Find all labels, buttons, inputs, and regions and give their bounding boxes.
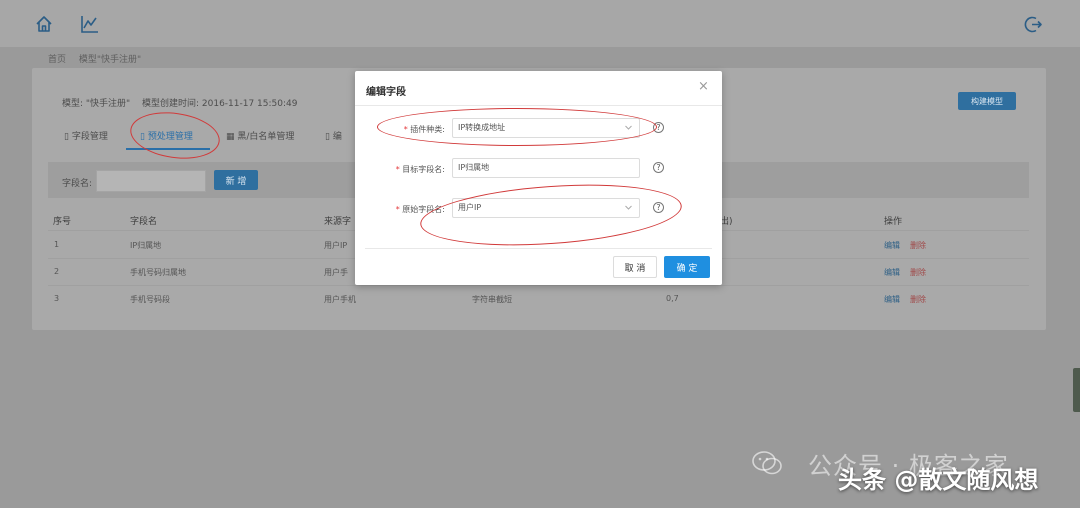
rebuild-model-button[interactable]: 构建模型 xyxy=(958,92,1016,110)
divider xyxy=(48,285,1029,286)
row-source: 用户IP xyxy=(324,241,348,250)
top-bar xyxy=(0,0,1080,47)
edit-link[interactable]: 编辑 xyxy=(884,294,900,305)
input-value: IP归属地 xyxy=(458,163,490,172)
select-value: IP转换成地址 xyxy=(458,123,506,132)
document-icon: ▯ xyxy=(140,132,145,142)
delete-link[interactable]: 删除 xyxy=(910,240,926,251)
label-text: 插件种类: xyxy=(410,125,445,134)
label-text: 目标字段名: xyxy=(402,165,445,174)
home-icon[interactable] xyxy=(35,15,53,33)
plugin-type-label: * 插件种类: xyxy=(355,124,445,135)
divider xyxy=(365,248,712,249)
cancel-button[interactable]: 取 消 xyxy=(613,256,657,278)
breadcrumb: 首页 模型"快手注册" xyxy=(48,52,151,65)
breadcrumb-current: 模型"快手注册" xyxy=(78,55,142,65)
select-value: 用户IP xyxy=(458,203,482,212)
active-tab-indicator xyxy=(126,148,210,150)
row-field: 手机号码归属地 xyxy=(130,268,186,277)
source-field-label: * 原始字段名: xyxy=(355,204,445,215)
logout-icon[interactable] xyxy=(1024,15,1043,34)
row-source: 用户手机 xyxy=(324,295,356,304)
tab-preprocess-manage[interactable]: ▯ 预处理管理 xyxy=(140,129,193,142)
confirm-button[interactable]: 确 定 xyxy=(664,256,710,278)
tab-label: 黑/白名单管理 xyxy=(237,132,295,142)
table-header-field: 字段名 xyxy=(130,217,158,227)
source-field-select[interactable]: 用户IP xyxy=(452,198,640,218)
chart-icon[interactable] xyxy=(80,14,100,34)
row-field: IP归属地 xyxy=(130,241,162,250)
delete-link[interactable]: 删除 xyxy=(910,267,926,278)
row-source: 用户手 xyxy=(324,268,348,277)
grid-icon: ▦ xyxy=(226,132,235,142)
tab-field-manage[interactable]: ▯ 字段管理 xyxy=(64,129,108,142)
help-icon[interactable]: ? xyxy=(653,122,664,133)
field-name-search-input[interactable] xyxy=(96,170,206,192)
row-index: 3 xyxy=(54,294,60,303)
help-icon[interactable]: ? xyxy=(653,162,664,173)
delete-link[interactable]: 删除 xyxy=(910,294,926,305)
tab-label: 编 xyxy=(332,132,342,142)
close-icon[interactable]: × xyxy=(698,79,709,94)
table-header-actions: 操作 xyxy=(884,217,903,227)
add-button[interactable]: 新 增 xyxy=(214,170,258,190)
table-header-source: 来源字 xyxy=(324,217,352,227)
edit-field-dialog: 编辑字段 × * 插件种类: IP转换成地址 ? * 目标字段名: IP归属地 … xyxy=(355,71,722,285)
row-index: 2 xyxy=(54,267,60,276)
model-name: 模型: "快手注册" xyxy=(62,99,131,109)
breadcrumb-home[interactable]: 首页 xyxy=(48,55,66,65)
edit-link[interactable]: 编辑 xyxy=(884,240,900,251)
chevron-down-icon xyxy=(625,125,632,130)
tab-label: 字段管理 xyxy=(71,132,108,142)
row-field: 手机号码段 xyxy=(130,295,170,304)
row-index: 1 xyxy=(54,240,60,249)
wechat-icon xyxy=(752,451,782,475)
label-text: 原始字段名: xyxy=(402,205,445,214)
row-param: 0,7 xyxy=(666,294,679,303)
document-icon: ▯ xyxy=(64,132,69,142)
tab-label: 预处理管理 xyxy=(147,132,193,142)
target-field-input[interactable]: IP归属地 xyxy=(452,158,640,178)
tab-blacklist-manage[interactable]: ▦ 黑/白名单管理 xyxy=(226,129,294,142)
chevron-down-icon xyxy=(625,205,632,210)
filter-label: 字段名: xyxy=(62,179,93,189)
edit-link[interactable]: 编辑 xyxy=(884,267,900,278)
plugin-type-select[interactable]: IP转换成地址 xyxy=(452,118,640,138)
target-field-label: * 目标字段名: xyxy=(355,164,445,175)
table-header-index: 序号 xyxy=(53,217,72,227)
side-widget-tab[interactable] xyxy=(1073,368,1080,412)
row-plugin: 字符串截短 xyxy=(472,295,512,304)
help-icon[interactable]: ? xyxy=(653,202,664,213)
watermark-author: 头条 @散文随风想 xyxy=(838,466,1039,494)
dialog-title: 编辑字段 xyxy=(366,87,406,98)
document-icon: ▯ xyxy=(325,132,330,142)
divider xyxy=(355,105,722,106)
model-created-time: 模型创建时间: 2016-11-17 15:50:49 xyxy=(142,99,298,109)
tab-more[interactable]: ▯ 编 xyxy=(325,129,342,142)
